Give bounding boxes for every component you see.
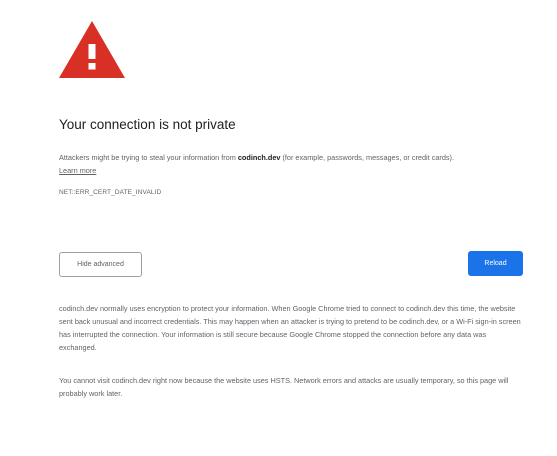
page-title: Your connection is not private xyxy=(59,117,236,132)
error-code: NET::ERR_CERT_DATE_INVALID xyxy=(59,189,162,196)
site-domain: codinch.dev xyxy=(237,153,281,162)
hide-advanced-button[interactable]: Hide advanced xyxy=(59,252,142,277)
main-message-prefix: Attackers might be trying to steal your … xyxy=(59,153,238,162)
details-paragraph: codinch.dev normally uses encryption to … xyxy=(59,304,521,352)
reload-button[interactable]: Reload xyxy=(468,251,523,276)
main-message: Attackers might be trying to steal your … xyxy=(59,151,525,177)
details-section: codinch.dev normally uses encryption to … xyxy=(59,302,525,400)
hsts-paragraph: You cannot visit codinch.dev right now b… xyxy=(59,376,509,398)
warning-triangle-icon xyxy=(59,21,125,78)
learn-more-link[interactable]: Learn more xyxy=(59,166,96,175)
main-message-suffix: (for example, passwords, messages, or cr… xyxy=(280,153,455,162)
